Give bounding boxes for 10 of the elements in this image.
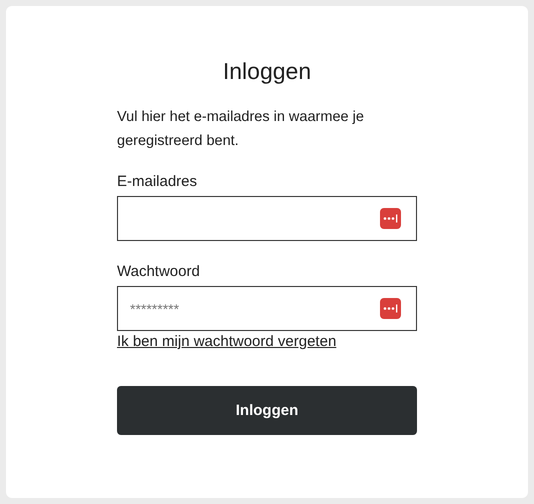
password-manager-icon[interactable] <box>380 208 401 229</box>
field-label: Wachtwoord <box>117 263 200 280</box>
password-manager-icon[interactable] <box>380 298 401 319</box>
login-button[interactable]: Inloggen <box>117 386 417 435</box>
intro-text: Vul hier het e-mailadres in waarmee je geregistreerd bent. <box>117 108 365 151</box>
field-label: E-mailadres <box>117 173 198 190</box>
forgot-password-link[interactable]: Ik ben mijn wachtwoord vergeten <box>117 333 336 350</box>
input-field[interactable] <box>117 196 417 241</box>
page-title: Inloggen <box>222 58 312 85</box>
input-field[interactable]: ********* <box>117 286 417 331</box>
